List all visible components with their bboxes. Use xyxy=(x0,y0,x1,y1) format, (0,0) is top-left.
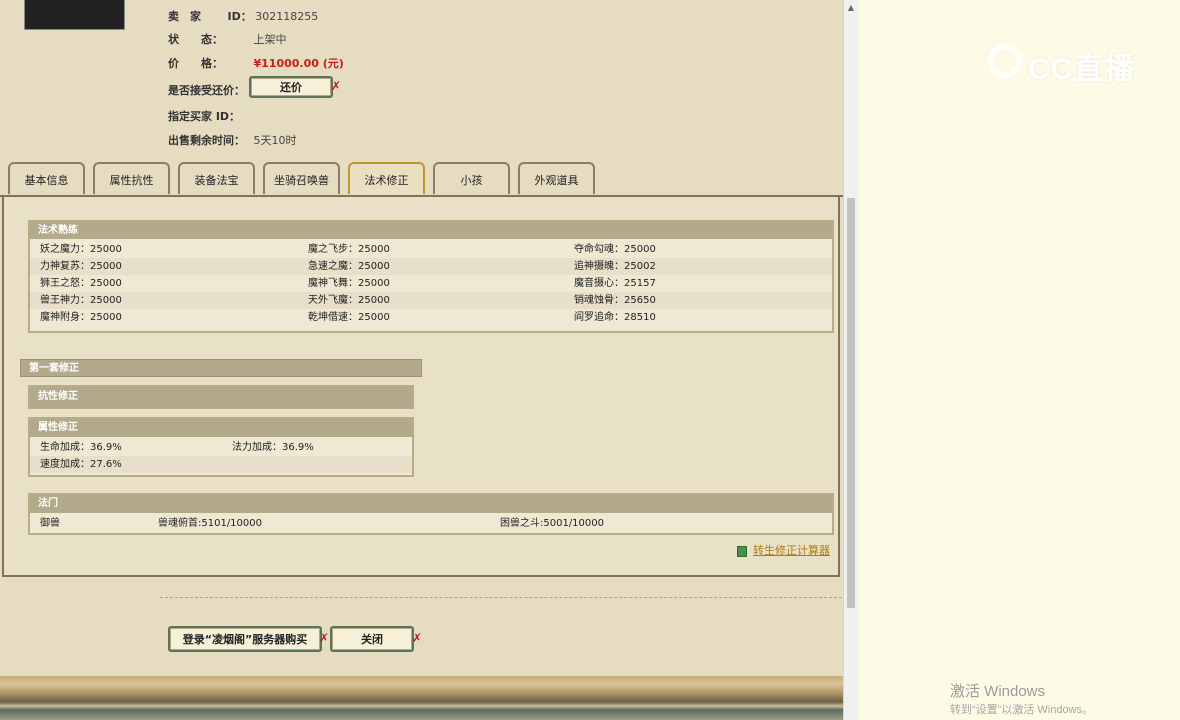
table-row: 兽王神力：25000 天外飞魔：25000 销魂蚀骨：25650 xyxy=(30,292,832,309)
table-cell: 阎罗追命：28510 xyxy=(574,312,656,323)
scroll-up-icon[interactable]: ▲ xyxy=(844,0,858,16)
status-value: 上架中 xyxy=(253,33,287,46)
table-cell: 追神摄魄：25002 xyxy=(574,261,656,272)
table-cell: 法力加成：36.9% xyxy=(232,442,314,453)
seller-row: 卖 家 ID： 302118255 xyxy=(168,8,318,24)
status-row: 状 态： 上架中 xyxy=(168,31,287,47)
table-cell: 魔神附身：25000 xyxy=(40,312,122,323)
close-x-icon: ✗ xyxy=(319,631,330,645)
table-cell: 急速之魔：25000 xyxy=(308,261,390,272)
sect-title: 法门 xyxy=(30,495,832,513)
table-row: 狮王之怒：25000 魔神飞舞：25000 魔音摄心：25157 xyxy=(30,275,832,292)
remaining-time-label: 出售剩余时间： xyxy=(168,134,245,147)
calculator-icon xyxy=(737,545,747,557)
table-cell: 销魂蚀骨：25650 xyxy=(574,295,656,306)
item-thumbnail xyxy=(24,0,125,30)
close-wrap: 关闭 ✗ xyxy=(330,626,422,652)
price-row: 价 格： ¥11000.00 (元) xyxy=(168,55,344,71)
logo-icon xyxy=(988,44,1022,78)
seller-id-label: ID： xyxy=(227,10,252,23)
tab-child[interactable]: 小孩 xyxy=(433,162,510,194)
tab-attributes[interactable]: 属性抗性 xyxy=(93,162,170,194)
table-cell: 夺命勾魂：25000 xyxy=(574,244,656,255)
scrollbar[interactable]: ▲ xyxy=(843,0,858,720)
login-buy-wrap: 登录“凌烟阁”服务器购买 ✗ xyxy=(168,626,329,652)
table-cell: 生命加成：36.9% xyxy=(40,442,122,453)
first-set-header: 第一套修正 xyxy=(20,359,422,377)
tab-mounts-pets[interactable]: 坐骑召唤兽 xyxy=(263,162,340,194)
table-row: 魔神附身：25000 乾坤借速：25000 阎罗追命：28510 xyxy=(30,309,832,326)
resist-mod-panel: 抗性修正 xyxy=(28,385,414,409)
buyer-id-row: 指定买家 ID： xyxy=(168,108,240,124)
table-cell: 力神复苏：25000 xyxy=(40,261,122,272)
calc-link-text[interactable]: 转生修正计算器 xyxy=(753,544,830,557)
status-label: 状 态： xyxy=(168,33,223,46)
table-cell: 兽王神力：25000 xyxy=(40,295,122,306)
close-x-icon: ✗ xyxy=(412,631,423,645)
counter-offer-button[interactable]: 还价 xyxy=(249,76,333,98)
table-row: 妖之魔力：25000 魔之飞步：25000 夺命勾魂：25000 xyxy=(30,241,832,258)
table-cell: 狮王之怒：25000 xyxy=(40,278,122,289)
seller-label: 卖 家 xyxy=(168,10,201,23)
trade-detail-page: 卖 家 ID： 302118255 状 态： 上架中 价 格： ¥11000.0… xyxy=(0,0,843,720)
table-cell: 天外飞魔：25000 xyxy=(308,295,390,306)
tab-spell-mod[interactable]: 法术修正 xyxy=(348,162,425,194)
price-value: ¥11000.00 (元) xyxy=(253,57,344,70)
tab-appearance[interactable]: 外观道具 xyxy=(518,162,595,194)
logo-text: CC直播 xyxy=(1028,53,1136,86)
table-cell: 速度加成：27.6% xyxy=(40,459,122,470)
windows-activation-subtitle: 转到“设置”以激活 Windows。 xyxy=(950,704,1094,716)
watermark-logo: CC直播 xyxy=(988,42,1148,86)
close-x-icon: ✗ xyxy=(331,79,342,93)
login-buy-button[interactable]: 登录“凌烟阁”服务器购买 xyxy=(168,626,322,652)
table-row: 力神复苏：25000 急速之魔：25000 追神摄魄：25002 xyxy=(30,258,832,275)
table-cell: 魔之飞步：25000 xyxy=(308,244,390,255)
bottom-decoration xyxy=(0,676,843,720)
remaining-time-value: 5天10时 xyxy=(253,134,297,147)
remaining-time-row: 出售剩余时间： 5天10时 xyxy=(168,132,297,148)
divider xyxy=(160,597,842,598)
table-cell: 妖之魔力：25000 xyxy=(40,244,122,255)
table-cell: 困兽之斗:5001/10000 xyxy=(500,518,604,529)
tab-equipment[interactable]: 装备法宝 xyxy=(178,162,255,194)
table-cell: 御兽 xyxy=(40,518,60,529)
counter-offer-label: 是否接受还价： xyxy=(168,84,245,97)
resist-mod-title: 抗性修正 xyxy=(30,387,412,407)
attr-mod-panel: 属性修正 生命加成：36.9% 法力加成：36.9% 速度加成：27.6% xyxy=(28,417,414,477)
price-label: 价 格： xyxy=(168,57,223,70)
seller-id-value: 302118255 xyxy=(255,10,319,23)
windows-activation-title: 激活 Windows xyxy=(950,683,1046,700)
table-cell: 乾坤借速：25000 xyxy=(308,312,390,323)
counter-offer-row: 是否接受还价： xyxy=(168,82,245,98)
table-cell: 魔神飞舞：25000 xyxy=(308,278,390,289)
tab-basic-info[interactable]: 基本信息 xyxy=(8,162,85,194)
table-cell: 魔音摄心：25157 xyxy=(574,278,656,289)
calc-link[interactable]: 转生修正计算器 xyxy=(737,542,830,558)
spell-mastery-panel: 法术熟练 妖之魔力：25000 魔之飞步：25000 夺命勾魂：25000 力神… xyxy=(28,220,834,333)
table-row: 生命加成：36.9% 法力加成：36.9% xyxy=(30,439,412,456)
buyer-id-label: 指定买家 ID： xyxy=(168,110,241,123)
close-button[interactable]: 关闭 xyxy=(330,626,414,652)
spell-mastery-title: 法术熟练 xyxy=(30,222,832,239)
overlay-pane: CC直播 激活 Windows 转到“设置”以激活 Windows。 xyxy=(858,0,1180,720)
table-row: 速度加成：27.6% xyxy=(30,456,412,473)
table-row: 御兽 兽魂俯首:5101/10000 困兽之斗:5001/10000 xyxy=(30,515,832,532)
scroll-thumb[interactable] xyxy=(847,198,855,608)
table-cell: 兽魂俯首:5101/10000 xyxy=(158,518,262,529)
tab-content: 法术熟练 妖之魔力：25000 魔之飞步：25000 夺命勾魂：25000 力神… xyxy=(2,197,840,577)
sect-panel: 法门 御兽 兽魂俯首:5101/10000 困兽之斗:5001/10000 xyxy=(28,493,834,535)
attr-mod-title: 属性修正 xyxy=(30,419,412,437)
counter-offer-wrap: 还价 ✗ xyxy=(249,76,341,98)
